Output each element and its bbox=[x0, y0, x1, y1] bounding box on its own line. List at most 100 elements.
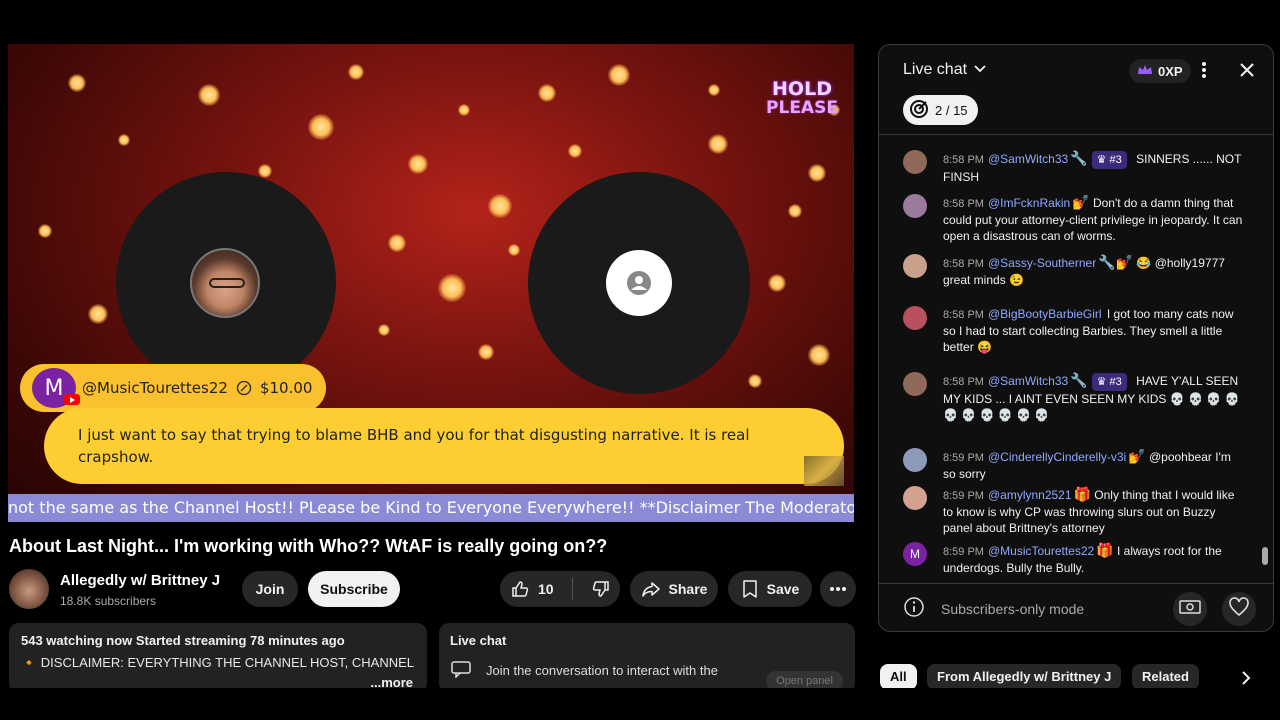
chat-author-avatar[interactable] bbox=[903, 306, 927, 330]
chat-author-name[interactable]: @ImFcknRakin bbox=[988, 196, 1070, 210]
goal-chip[interactable]: 2 / 15 bbox=[903, 95, 978, 125]
dislike-button[interactable] bbox=[591, 579, 611, 599]
bokeh-light bbox=[788, 204, 802, 218]
chat-message-text: 8:58 PM @SamWitch33 🔧 ♛ #3 SINNERS ...... N… bbox=[943, 150, 1243, 185]
chat-author-name[interactable]: @amylynn2521 bbox=[988, 488, 1072, 502]
live-chat-panel: Live chat 0XP 2 / 15 8:58 PM @SamWitch33 🔧… bbox=[878, 44, 1274, 632]
corner-logo bbox=[804, 456, 844, 486]
chat-author-avatar[interactable] bbox=[903, 194, 927, 218]
channel-avatar[interactable] bbox=[9, 569, 49, 609]
subscribers-only-label: Subscribers-only mode bbox=[941, 600, 1085, 617]
chat-author-avatar[interactable]: M bbox=[903, 542, 927, 566]
bokeh-light bbox=[378, 324, 390, 336]
bokeh-light bbox=[458, 104, 470, 116]
chip-all[interactable]: All bbox=[880, 664, 917, 690]
bokeh-light bbox=[608, 64, 630, 86]
bokeh-light bbox=[118, 134, 130, 146]
chat-author-name[interactable]: @SamWitch33 bbox=[988, 374, 1068, 388]
superchat-message: I just want to say that trying to blame … bbox=[44, 408, 844, 484]
more-horiz-icon bbox=[829, 586, 847, 592]
subscribe-label: Subscribe bbox=[320, 581, 388, 597]
description-text: 🔸 DISCLAIMER: EVERYTHING THE CHANNEL HOS… bbox=[21, 655, 415, 670]
bokeh-light bbox=[488, 194, 512, 218]
share-button[interactable]: Share bbox=[630, 571, 718, 607]
chat-author-avatar[interactable] bbox=[903, 448, 927, 472]
bokeh-light bbox=[438, 274, 466, 302]
info-icon bbox=[903, 596, 925, 621]
please-text: PLEASE bbox=[766, 98, 838, 118]
chat-author-name[interactable]: @CinderellyCinderelly-v3i bbox=[988, 450, 1126, 464]
default-avatar-icon bbox=[606, 250, 672, 316]
chat-author-avatar[interactable] bbox=[903, 254, 927, 278]
chat-mode-dropdown[interactable]: Live chat bbox=[903, 61, 987, 79]
chat-message-list[interactable]: 8:58 PM @SamWitch33 🔧 ♛ #3 SINNERS ...... N… bbox=[879, 136, 1273, 580]
bokeh-light bbox=[88, 304, 108, 324]
heart-icon bbox=[1228, 596, 1250, 622]
chat-author-avatar[interactable] bbox=[903, 372, 927, 396]
superchat-header: M @MusicTourettes22 $10.00 bbox=[20, 364, 327, 412]
chat-author-name[interactable]: @Sassy-Southerner bbox=[988, 256, 1096, 270]
like-divider bbox=[571, 578, 573, 600]
bokeh-light bbox=[198, 84, 220, 106]
member-badge-icon: 💅 bbox=[1128, 448, 1146, 464]
superchat-amount: $10.00 bbox=[259, 379, 313, 397]
chat-title: Live chat bbox=[903, 61, 968, 78]
chat-author-name[interactable]: @SamWitch33 bbox=[988, 152, 1068, 166]
super-chat-button[interactable] bbox=[1173, 592, 1207, 626]
like-dislike-group: 10 bbox=[500, 571, 620, 607]
chip-from-channel[interactable]: From Allegedly w/ Brittney J bbox=[927, 664, 1122, 690]
member-badge-icon: 🔧 bbox=[1070, 372, 1088, 388]
subscribe-button[interactable]: Subscribe bbox=[308, 571, 400, 607]
scrolling-ticker: not the same as the Channel Host!! PLeas… bbox=[8, 494, 854, 522]
live-chat-card: Live chat Join the conversation to inter… bbox=[439, 623, 855, 693]
more-vert-icon[interactable] bbox=[1201, 60, 1207, 85]
chat-message-text: 8:58 PM @Sassy-Southerner 🔧💅 😂 @holly19777… bbox=[943, 254, 1243, 288]
bokeh-light bbox=[808, 344, 830, 366]
join-button[interactable]: Join bbox=[242, 571, 298, 607]
chat-timestamp: 8:59 PM bbox=[943, 546, 984, 558]
bokeh-light bbox=[508, 244, 520, 256]
save-button[interactable]: Save bbox=[728, 571, 812, 607]
chat-author-avatar[interactable] bbox=[903, 150, 927, 174]
chat-message-text: 8:58 PM @BigBootyBarbieGirl I got too man… bbox=[943, 306, 1243, 355]
member-badge-icon: 💅 bbox=[1072, 194, 1090, 210]
crown-icon bbox=[1137, 64, 1153, 79]
chat-message-text: 8:58 PM @ImFcknRakin 💅 Don't do a damn thi… bbox=[943, 194, 1243, 244]
heart-button[interactable] bbox=[1222, 592, 1256, 626]
bokeh-light bbox=[708, 84, 720, 96]
chat-timestamp: 8:58 PM bbox=[943, 309, 984, 321]
member-badge-icon: 🎁 bbox=[1096, 542, 1114, 558]
chip-related[interactable]: Related bbox=[1132, 664, 1199, 690]
like-button[interactable]: 10 bbox=[510, 579, 554, 599]
chat-author-avatar[interactable] bbox=[903, 486, 927, 510]
superchat-user: @MusicTourettes22 bbox=[82, 379, 228, 397]
hold-please-badge: HOLD PLEASE bbox=[756, 80, 848, 118]
chat-footer: Subscribers-only mode bbox=[879, 583, 1273, 631]
description-box[interactable]: 543 watching now Started streaming 78 mi… bbox=[9, 623, 427, 693]
xp-badge[interactable]: 0XP bbox=[1129, 59, 1191, 83]
chat-message-text: 8:59 PM @MusicTourettes22 🎁 I always root … bbox=[943, 542, 1243, 576]
channel-name[interactable]: Allegedly w/ Brittney J bbox=[60, 572, 220, 589]
chat-timestamp: 8:58 PM bbox=[943, 376, 984, 388]
close-icon[interactable] bbox=[1237, 60, 1257, 85]
verified-icon bbox=[236, 380, 252, 396]
view-stats: 543 watching now Started streaming 78 mi… bbox=[21, 633, 345, 648]
video-title: About Last Night... I'm working with Who… bbox=[9, 536, 608, 556]
more-actions-button[interactable] bbox=[820, 571, 856, 607]
chat-message-text: 8:58 PM @SamWitch33 🔧 ♛ #3 HAVE Y'ALL SEEN … bbox=[943, 372, 1243, 423]
bokeh-light bbox=[768, 274, 786, 292]
chat-author-name[interactable]: @BigBootyBarbieGirl bbox=[988, 307, 1102, 321]
save-label: Save bbox=[766, 581, 800, 597]
chat-scrollbar[interactable] bbox=[1262, 547, 1268, 565]
join-label: Join bbox=[255, 581, 285, 597]
member-badge-icon: 🔧💅 bbox=[1098, 254, 1134, 270]
chat-author-name[interactable]: @MusicTourettes22 bbox=[988, 544, 1094, 558]
subscriber-count: 18.8K subscribers bbox=[60, 594, 157, 608]
live-chat-card-title: Live chat bbox=[450, 633, 507, 648]
bokeh-light bbox=[808, 164, 826, 182]
video-player[interactable]: HOLD PLEASE M @MusicTourettes22 $10.00 I… bbox=[8, 44, 854, 522]
share-label: Share bbox=[668, 581, 708, 597]
chat-message-text: 8:59 PM @amylynn2521 🎁 Only thing that I w… bbox=[943, 486, 1243, 536]
bookmark-icon bbox=[741, 579, 759, 599]
like-count: 10 bbox=[538, 581, 554, 597]
